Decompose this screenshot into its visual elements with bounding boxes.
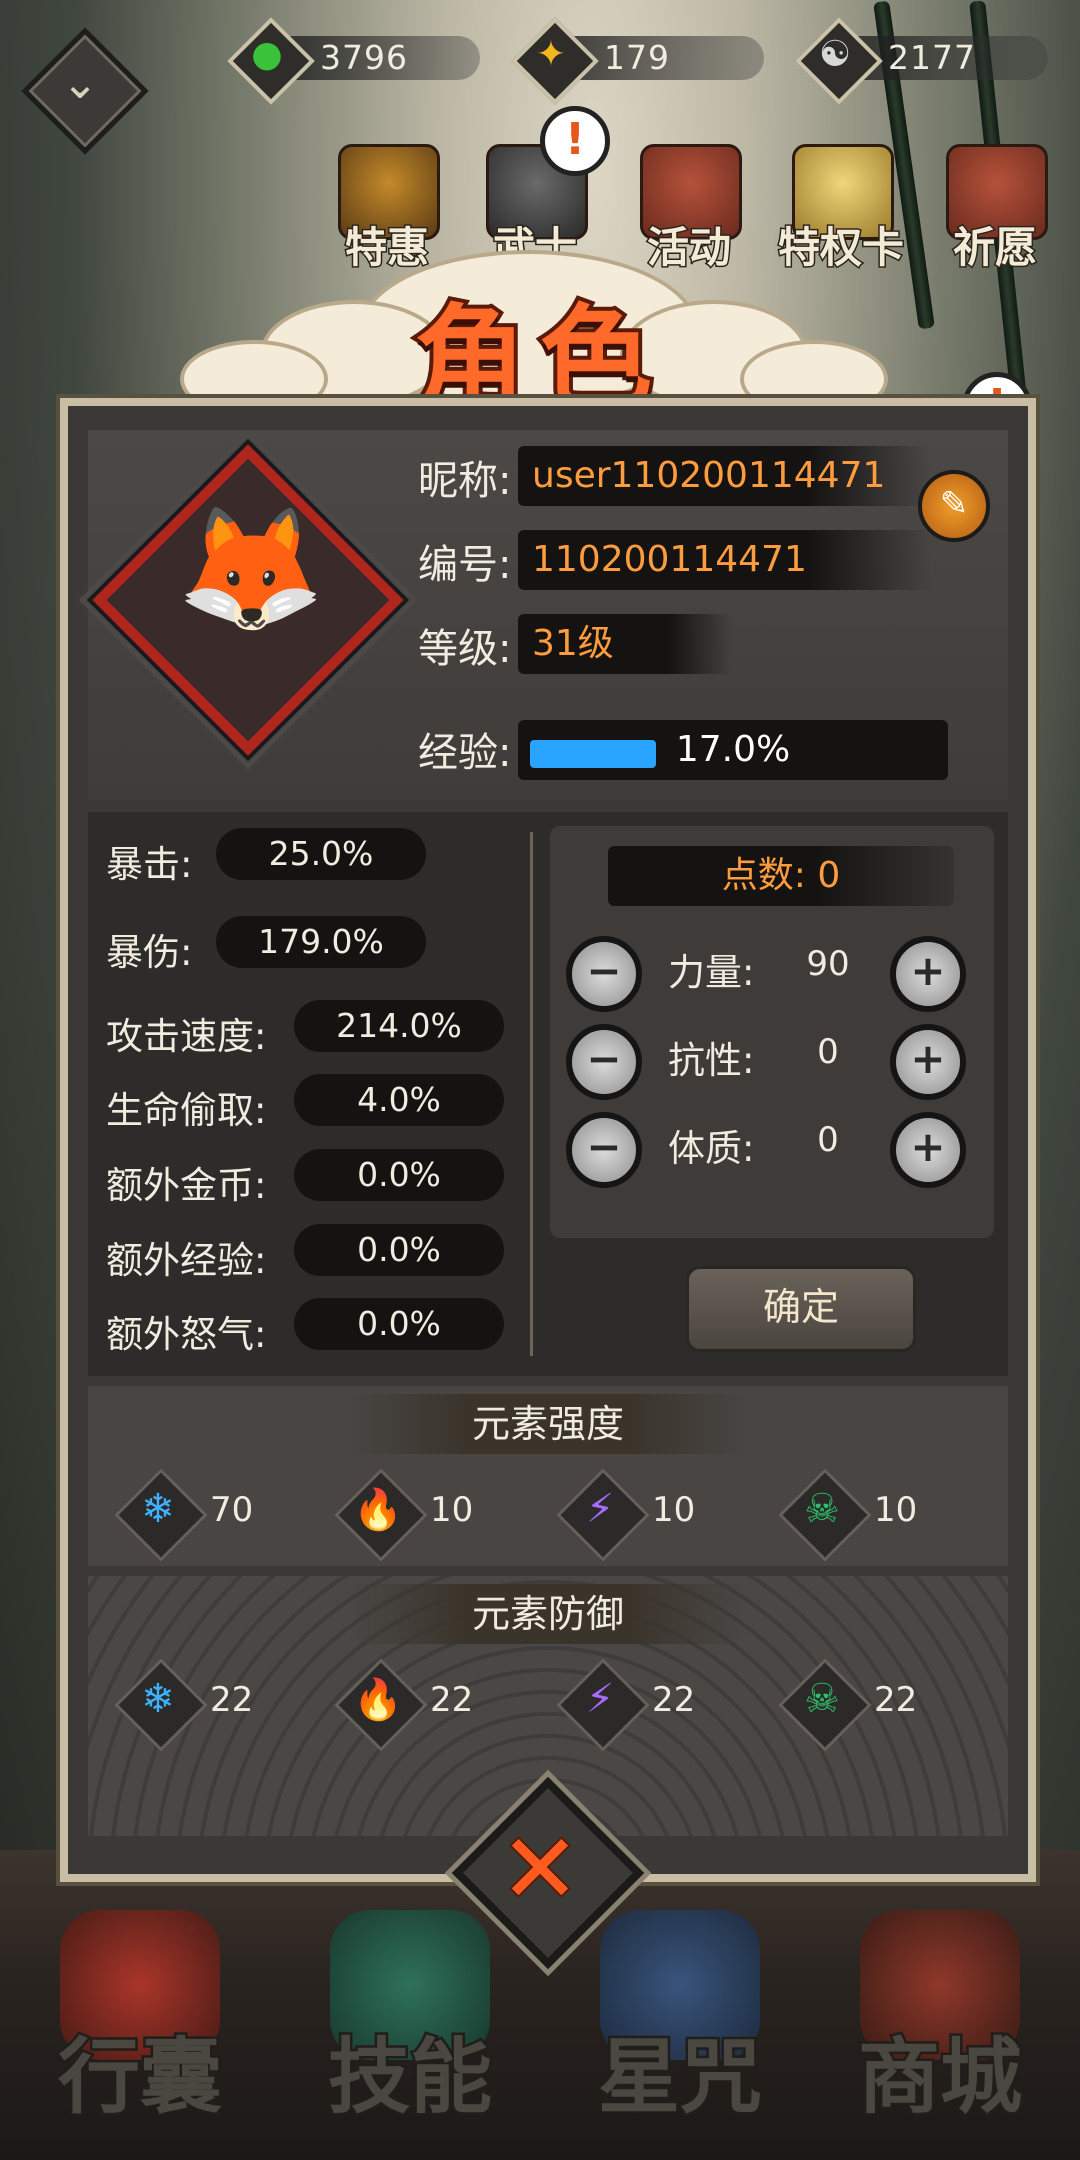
confirm-button[interactable]: 确定 xyxy=(686,1266,916,1352)
ice-icon: ❄ xyxy=(141,1486,175,1532)
character-panel: 🦊 昵称: user110200114471 ✎ 编号: 11020011447… xyxy=(60,398,1036,1882)
stat-value: 0.0% xyxy=(294,1298,504,1350)
element-defense-fire: 🔥 22 xyxy=(334,1658,558,1752)
decrease-constitution-button[interactable]: − xyxy=(566,1112,642,1188)
stat-label: 额外金币: xyxy=(106,1164,267,1207)
plus-icon: + xyxy=(910,1122,946,1171)
increase-constitution-button[interactable]: + xyxy=(890,1112,966,1188)
notification-badge: ! xyxy=(540,106,610,176)
attribute-value: 0 xyxy=(817,1120,839,1160)
section-title: 元素防御 xyxy=(348,1584,748,1644)
stat-value: 0.0% xyxy=(294,1224,504,1276)
resource-green-flame: ● 3796 xyxy=(227,14,528,106)
poison-skull-icon: ☠ xyxy=(804,1676,840,1722)
yin-yang-icon: ☯ xyxy=(795,17,883,105)
id-value: 110200114471 xyxy=(518,530,932,590)
exp-percent: 17.0% xyxy=(675,729,791,770)
attribute-value: 0 xyxy=(817,1032,839,1072)
stat-value: 0.0% xyxy=(294,1149,504,1201)
stat-label: 额外经验: xyxy=(106,1239,267,1282)
level-value: 31级 xyxy=(518,614,732,674)
stat-label: 攻击速度: xyxy=(106,1015,267,1058)
resource-value: 2177 xyxy=(888,38,976,77)
attribute-label: 抗性: xyxy=(668,1039,755,1082)
available-points: 点数: 0 xyxy=(608,846,954,906)
stat-value: 214.0% xyxy=(294,1000,504,1052)
nav-shop[interactable]: 商城 xyxy=(820,1910,1060,2160)
ice-icon: ❄ xyxy=(141,1676,175,1722)
increase-strength-button[interactable]: + xyxy=(890,936,966,1012)
attribute-label: 力量: xyxy=(668,951,755,994)
fox-mask-avatar-icon: 🦊 xyxy=(176,500,326,639)
minus-icon: − xyxy=(586,1122,622,1171)
top-bar: ⌄ ● 3796 ✦ 179 ☯ 2177 xyxy=(0,0,1080,155)
chevron-down-icon: ⌄ xyxy=(61,58,99,109)
stat-label: 额外怒气: xyxy=(106,1313,267,1356)
close-button[interactable]: ✕ xyxy=(450,1775,645,1970)
nav-skills[interactable]: 技能 xyxy=(290,1910,530,2160)
fire-icon: 🔥 xyxy=(353,1677,403,1723)
element-strength-section: 元素强度 ❄ 70 🔥 10 ⚡ 10 ☠ 10 xyxy=(88,1386,1008,1566)
element-defense-ice: ❄ 22 xyxy=(114,1658,338,1752)
section-title: 元素强度 xyxy=(348,1394,748,1454)
resource-value: 3796 xyxy=(320,38,408,77)
element-strength-ice: ❄ 70 xyxy=(114,1468,338,1562)
attribute-label: 体质: xyxy=(668,1127,755,1170)
plus-icon: + xyxy=(910,1034,946,1083)
brush-icon: ✎ xyxy=(939,484,969,524)
stat-value: 25.0% xyxy=(216,828,426,880)
gold-coin-icon: ✦ xyxy=(511,17,599,105)
attribute-points-box: 点数: 0 − 力量: 90 + − 抗性: 0 + − 体质: 0 + xyxy=(550,826,994,1238)
resource-value: 179 xyxy=(604,38,670,77)
stat-label: 暴击: xyxy=(106,843,193,886)
element-defense-lightning: ⚡ 22 xyxy=(556,1658,780,1752)
resource-gold-coin: ✦ 179 xyxy=(511,14,812,106)
resource-yin-yang: ☯ 2177 xyxy=(795,14,1080,106)
id-label: 编号: xyxy=(418,542,512,588)
minus-icon: − xyxy=(586,1034,622,1083)
element-strength-poison: ☠ 10 xyxy=(778,1468,1002,1562)
element-strength-lightning: ⚡ 10 xyxy=(556,1468,780,1562)
close-icon: ✕ xyxy=(498,1811,582,1927)
nav-bag[interactable]: 行囊 xyxy=(20,1910,260,2160)
element-strength-fire: 🔥 10 xyxy=(334,1468,558,1562)
stat-value: 4.0% xyxy=(294,1074,504,1126)
stat-value: 179.0% xyxy=(216,916,426,968)
fire-icon: 🔥 xyxy=(353,1487,403,1533)
stats-section: 暴击: 25.0% 暴伤: 179.0% 攻击速度: 214.0% 生命偷取: … xyxy=(88,812,1008,1376)
bottom-nav: 行囊 技能 星咒 商城 xyxy=(0,1910,1080,2160)
exp-label: 经验: xyxy=(418,730,512,776)
attribute-value: 90 xyxy=(806,944,850,984)
increase-resistance-button[interactable]: + xyxy=(890,1024,966,1100)
element-defense-poison: ☠ 22 xyxy=(778,1658,1002,1752)
poison-skull-icon: ☠ xyxy=(804,1486,840,1532)
green-flame-icon: ● xyxy=(227,17,315,105)
level-label: 等级: xyxy=(418,626,512,672)
minus-icon: − xyxy=(586,946,622,995)
lightning-icon: ⚡ xyxy=(585,1486,615,1532)
exp-progress-bar: 17.0% xyxy=(518,720,948,780)
lightning-icon: ⚡ xyxy=(585,1676,615,1722)
plus-icon: + xyxy=(910,946,946,995)
nickname-value: user110200114471 xyxy=(518,446,932,506)
decrease-strength-button[interactable]: − xyxy=(566,936,642,1012)
section-divider xyxy=(530,832,533,1356)
profile-section: 🦊 昵称: user110200114471 ✎ 编号: 11020011447… xyxy=(88,430,1008,800)
nav-star-spell[interactable]: 星咒 xyxy=(560,1910,800,2160)
nickname-label: 昵称: xyxy=(418,458,512,504)
stat-label: 暴伤: xyxy=(106,931,193,974)
menu-toggle-button[interactable]: ⌄ xyxy=(21,27,149,155)
stat-label: 生命偷取: xyxy=(106,1089,267,1132)
decrease-resistance-button[interactable]: − xyxy=(566,1024,642,1100)
